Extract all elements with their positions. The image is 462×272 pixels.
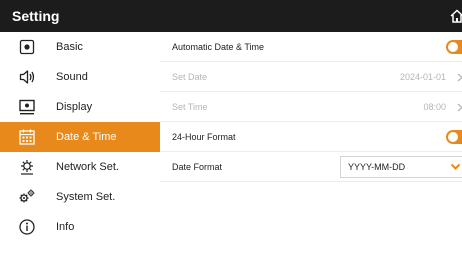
sidebar-item-label: Info	[56, 221, 75, 233]
gears-icon	[19, 189, 35, 203]
set-time-value: 08:00	[423, 102, 446, 112]
toggle-knob	[448, 42, 458, 52]
auto-datetime-row: Automatic Date & Time	[160, 32, 462, 62]
date-format-label: Date Format	[172, 162, 223, 172]
sidebar-item-info[interactable]: Info	[0, 212, 160, 242]
set-time-label: Set Time	[172, 102, 208, 112]
auto-datetime-label: Automatic Date & Time	[172, 42, 265, 52]
sidebar-item-label: Date & Time	[56, 131, 117, 143]
sidebar-item-label: Display	[56, 101, 93, 113]
home-icon[interactable]	[449, 8, 462, 24]
sidebar-item-label: Network Set.	[56, 161, 119, 173]
sidebar-item-date-time[interactable]: Date & Time	[0, 122, 160, 152]
speaker-icon	[19, 70, 35, 84]
date-format-row: Date Format YYYY-MM-DD	[160, 152, 462, 182]
set-date-label: Set Date	[172, 72, 208, 82]
info-icon	[19, 219, 35, 235]
set-time-row[interactable]: Set Time 08:00	[160, 92, 462, 122]
monitor-icon	[19, 99, 35, 115]
sidebar-item-basic[interactable]: Basic	[0, 32, 160, 62]
sidebar-item-sound[interactable]: Sound	[0, 62, 160, 92]
sidebar-item-system[interactable]: System Set.	[0, 182, 160, 212]
date-format-select[interactable]: YYYY-MM-DD	[340, 156, 462, 178]
sidebar-item-label: Sound	[56, 71, 88, 83]
page-title: Setting	[12, 8, 60, 24]
basic-icon	[19, 39, 35, 55]
network-icon	[21, 160, 33, 175]
toggle-knob	[448, 132, 458, 142]
hour24-toggle[interactable]	[446, 130, 462, 144]
hour24-label: 24-Hour Format	[172, 132, 236, 142]
date-time-panel: Automatic Date & Time Set Date 2024-01-0…	[160, 32, 462, 272]
sidebar-item-label: Basic	[56, 41, 83, 53]
chevron-right-icon	[457, 73, 462, 82]
calendar-icon	[19, 129, 35, 145]
sidebar-item-label: System Set.	[56, 191, 116, 203]
sidebar: Basic Sound Display Date & Time Network …	[0, 32, 160, 272]
sidebar-item-display[interactable]: Display	[0, 92, 160, 122]
title-bar: Setting	[0, 0, 462, 32]
set-date-row[interactable]: Set Date 2024-01-01	[160, 62, 462, 92]
hour24-row: 24-Hour Format	[160, 122, 462, 152]
date-format-value: YYYY-MM-DD	[348, 162, 406, 172]
sidebar-item-network[interactable]: Network Set.	[0, 152, 160, 182]
chevron-down-icon	[450, 163, 461, 170]
set-date-value: 2024-01-01	[399, 72, 446, 82]
auto-datetime-toggle[interactable]	[446, 40, 462, 54]
chevron-right-icon	[457, 103, 462, 112]
